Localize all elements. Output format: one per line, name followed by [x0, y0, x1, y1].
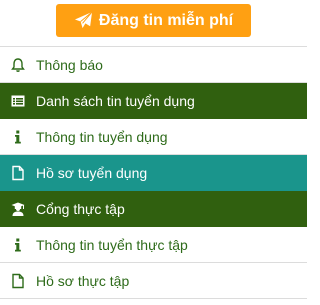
menu-item-internship-portal[interactable]: Cổng thực tập	[0, 191, 307, 227]
menu-item-label: Hồ sơ thực tập	[36, 272, 130, 289]
menu-item-notifications[interactable]: Thông báo	[0, 47, 307, 83]
post-job-free-button[interactable]: Đăng tin miễn phí	[56, 4, 251, 37]
bell-icon	[10, 57, 26, 73]
menu-item-label: Danh sách tin tuyển dụng	[36, 92, 195, 109]
paper-plane-icon	[74, 11, 93, 30]
menu-item-job-posting-list[interactable]: Danh sách tin tuyển dụng	[0, 83, 307, 119]
post-job-free-label: Đăng tin miễn phí	[98, 11, 234, 29]
file-icon	[10, 165, 26, 181]
sidebar-menu: Thông báo Danh sách tin tuyển dụng Thông…	[0, 46, 307, 299]
menu-item-recruitment-info[interactable]: Thông tin tuyển dụng	[0, 119, 307, 155]
list-alt-icon	[10, 93, 26, 109]
graduate-icon	[10, 201, 26, 217]
info-icon	[10, 129, 26, 145]
info-icon	[10, 237, 26, 253]
menu-item-internship-recruitment-info[interactable]: Thông tin tuyển thực tập	[0, 227, 307, 263]
menu-item-label: Cổng thực tập	[36, 200, 125, 217]
menu-item-recruitment-profiles[interactable]: Hồ sơ tuyển dụng	[0, 155, 307, 191]
menu-item-internship-profiles[interactable]: Hồ sơ thực tập	[0, 263, 307, 299]
file-icon	[10, 273, 26, 289]
menu-item-label: Thông tin tuyển thực tập	[36, 236, 188, 253]
menu-item-label: Thông báo	[36, 56, 103, 73]
menu-item-label: Thông tin tuyển dụng	[36, 128, 168, 145]
menu-item-label: Hồ sơ tuyển dụng	[36, 164, 148, 181]
